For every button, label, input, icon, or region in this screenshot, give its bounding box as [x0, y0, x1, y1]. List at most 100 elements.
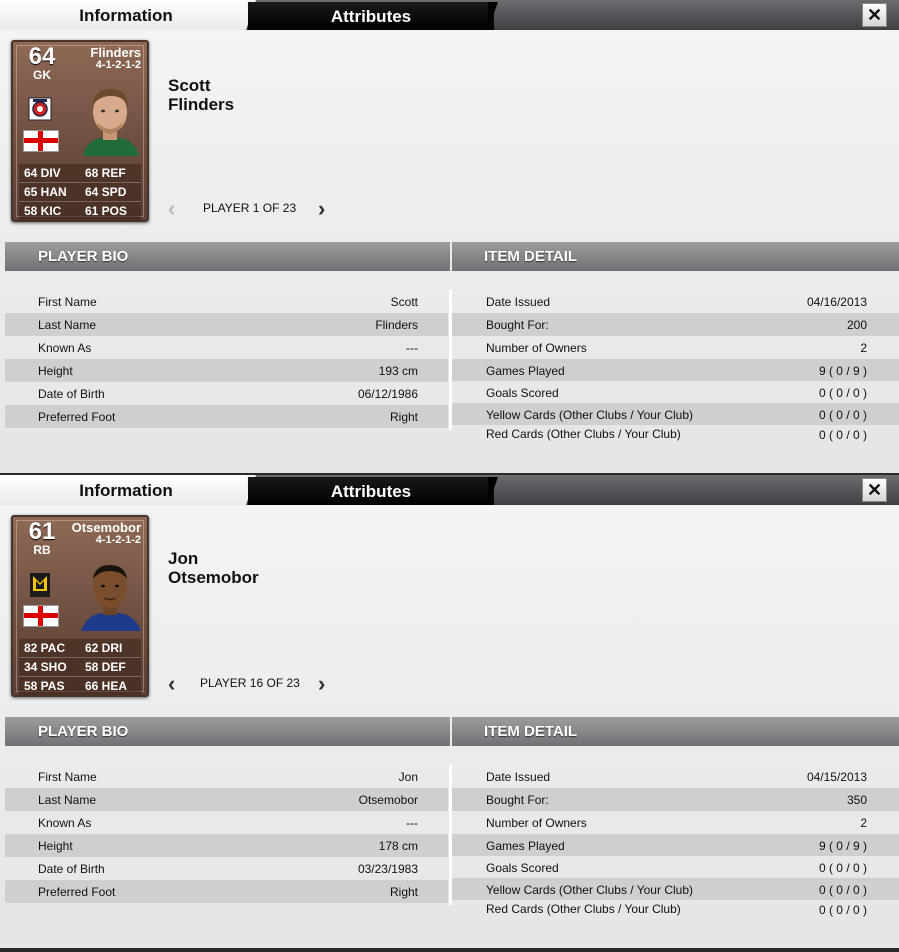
card-position: RB	[33, 543, 51, 557]
row-label: First Name	[38, 295, 97, 309]
tab-attributes[interactable]: Attributes	[248, 477, 494, 505]
player-bio-table: First Name Scott Last Name Flinders Known …	[5, 290, 448, 428]
table-row: Date of Birth 06/12/1986	[5, 382, 448, 405]
tab-information[interactable]: Information	[0, 475, 246, 505]
row-label: Red Cards (Other Clubs / Your Club)	[486, 902, 681, 916]
club-badge-icon	[28, 97, 52, 121]
table-row: First Name Scott	[5, 290, 448, 313]
card-position: GK	[33, 68, 51, 82]
player-last-name: Flinders	[168, 95, 235, 114]
close-icon[interactable]: ✕	[862, 478, 887, 502]
row-label: Preferred Foot	[38, 410, 116, 424]
table-row: Red Cards (Other Clubs / Your Club) 0 ( 0…	[452, 900, 899, 922]
row-value: 2	[860, 816, 867, 830]
tab-information[interactable]: Information	[0, 0, 246, 30]
row-value: 0 ( 0 / 0 )	[818, 903, 867, 917]
pager-label: PLAYER 1 OF 23	[203, 201, 297, 215]
tab-attributes-label: Attributes	[330, 7, 412, 26]
row-value: 350	[846, 793, 867, 807]
row-label: Date of Birth	[38, 862, 105, 876]
table-row: Bought For: 200	[452, 313, 899, 336]
tab-attributes-label: Attributes	[330, 482, 412, 501]
row-label: Known As	[38, 816, 92, 830]
row-label: First Name	[38, 770, 97, 784]
item-detail-header: ITEM DETAIL	[452, 242, 899, 271]
pager-label: PLAYER 16 OF 23	[200, 676, 300, 690]
player-bio-header: PLAYER BIO	[5, 242, 450, 271]
row-value: 06/12/1986	[357, 387, 418, 401]
item-detail-header: ITEM DETAIL	[452, 717, 899, 746]
player-card: 64 GK Flinders 4-1-2-1-2 64 DIV 68 REF 65…	[11, 40, 149, 222]
card-stat: 34 SHO	[24, 660, 67, 674]
item-detail-table: Date Issued 04/15/2013 Bought For: 350 Num…	[452, 765, 899, 922]
row-value: 03/23/1983	[357, 862, 418, 876]
card-stat: 58 KIC	[24, 204, 62, 218]
card-stat: 65 HAN	[24, 185, 67, 199]
table-row: Known As ---	[5, 336, 448, 359]
tab-attributes[interactable]: Attributes	[248, 2, 494, 30]
tab-divider	[488, 477, 498, 505]
table-row: Height 178 cm	[5, 834, 448, 857]
card-stat: 61 POS	[85, 204, 128, 218]
row-value: 0 ( 0 / 0 )	[818, 386, 867, 400]
card-rating: 64	[28, 43, 56, 70]
prev-player-icon[interactable]: ‹	[168, 198, 184, 220]
table-row: Goals Scored 0 ( 0 / 0 )	[452, 381, 899, 403]
row-value: 178 cm	[378, 839, 418, 853]
row-value: 0 ( 0 / 0 )	[818, 861, 867, 875]
row-value: Flinders	[375, 318, 418, 332]
row-label: Last Name	[38, 318, 97, 332]
table-row: Last Name Flinders	[5, 313, 448, 336]
table-row: Last Name Otsemobor	[5, 788, 448, 811]
row-value: 2	[860, 341, 867, 355]
player-name: Jon Otsemobor	[168, 549, 259, 587]
table-row: Known As ---	[5, 811, 448, 834]
card-stat: 58 DEF	[85, 660, 126, 674]
row-label: Goals Scored	[486, 386, 559, 400]
table-row: Number of Owners 2	[452, 811, 899, 834]
row-label: Goals Scored	[486, 861, 559, 875]
player-bio-header: PLAYER BIO	[5, 717, 450, 746]
row-value: Scott	[390, 295, 418, 309]
card-stat: 82 PAC	[24, 641, 66, 655]
row-value: 04/16/2013	[806, 295, 867, 309]
row-label: Red Cards (Other Clubs / Your Club)	[486, 427, 681, 441]
card-player-name: Otsemobor	[71, 520, 141, 535]
row-label: Number of Owners	[486, 341, 587, 355]
table-row: Date Issued 04/15/2013	[452, 765, 899, 788]
row-value: 9 ( 0 / 9 )	[818, 839, 867, 853]
next-player-icon[interactable]: ›	[318, 198, 334, 220]
close-icon[interactable]: ✕	[862, 3, 887, 27]
table-row: Yellow Cards (Other Clubs / Your Club) 0 …	[452, 878, 899, 900]
card-stat: 64 DIV	[24, 166, 61, 180]
card-stat: 66 HEA	[85, 679, 128, 693]
table-row: Height 193 cm	[5, 359, 448, 382]
tab-information-label: Information	[79, 481, 173, 500]
row-value: 200	[846, 318, 867, 332]
player-card: 61 RB Otsemobor 4-1-2-1-2 82 PAC 62 DRI 3…	[11, 515, 149, 697]
row-value: 193 cm	[378, 364, 418, 378]
row-value: ---	[406, 816, 418, 830]
card-rating: 61	[28, 518, 56, 545]
player-name: Scott Flinders	[168, 76, 234, 114]
table-row: Yellow Cards (Other Clubs / Your Club) 0 …	[452, 403, 899, 425]
row-value: 0 ( 0 / 0 )	[818, 428, 867, 442]
prev-player-icon[interactable]: ‹	[168, 673, 184, 695]
player-last-name: Otsemobor	[168, 568, 259, 587]
table-row: Games Played 9 ( 0 / 9 )	[452, 359, 899, 381]
card-formation: 4-1-2-1-2	[95, 59, 141, 71]
row-value: 04/15/2013	[806, 770, 867, 784]
player-info-panel: Information Attributes ✕ 64 GK Flinders …	[0, 0, 899, 473]
player-first-name: Scott	[168, 76, 211, 95]
row-value: Right	[389, 885, 418, 899]
card-stat: 58 PAS	[24, 679, 65, 693]
next-player-icon[interactable]: ›	[318, 673, 334, 695]
card-stats: 82 PAC 62 DRI 34 SHO 58 DEF 58 PAS 66 HEA	[19, 639, 141, 695]
row-label: Games Played	[486, 364, 565, 378]
row-label: Bought For:	[486, 318, 549, 332]
card-player-name: Flinders	[90, 45, 141, 60]
tab-divider	[488, 2, 498, 30]
row-label: Yellow Cards (Other Clubs / Your Club)	[486, 408, 693, 422]
row-label: Date Issued	[486, 770, 551, 784]
england-flag-icon	[23, 130, 59, 152]
